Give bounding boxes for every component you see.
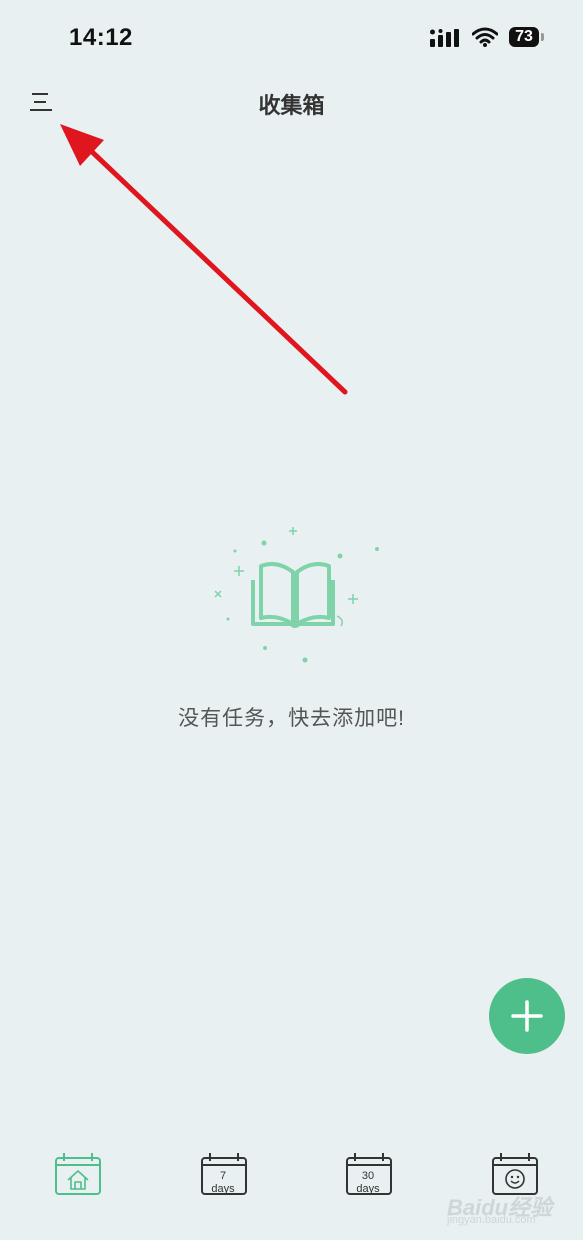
home-calendar-icon (55, 1153, 101, 1195)
open-book-icon (214, 527, 379, 663)
status-bar: 14:12 73 (0, 0, 583, 76)
nav-home[interactable] (54, 1150, 102, 1204)
nav-30-days[interactable]: 30 days (345, 1150, 393, 1204)
page-title: 收集箱 (258, 93, 325, 118)
battery-cap (541, 33, 544, 41)
nav-30-days-number: 30 (361, 1170, 375, 1182)
empty-message: 没有任务，快去添加吧! (178, 707, 405, 730)
nav-7-days-number: 7 (219, 1170, 227, 1182)
signal-icon (430, 29, 459, 47)
nav-7-days[interactable]: 7 days (200, 1150, 248, 1204)
battery-icon: 73 (509, 27, 539, 47)
nav-30-days-unit: days (356, 1183, 380, 1195)
header: 收集箱 (0, 76, 583, 132)
nav-7-days-unit: days (211, 1183, 235, 1195)
plus-icon (511, 1000, 543, 1032)
status-time: 14:12 (69, 24, 133, 51)
watermark-url: jingyan.baidu.com (447, 1214, 536, 1226)
add-task-button[interactable] (489, 978, 565, 1054)
wifi-icon (472, 27, 498, 47)
